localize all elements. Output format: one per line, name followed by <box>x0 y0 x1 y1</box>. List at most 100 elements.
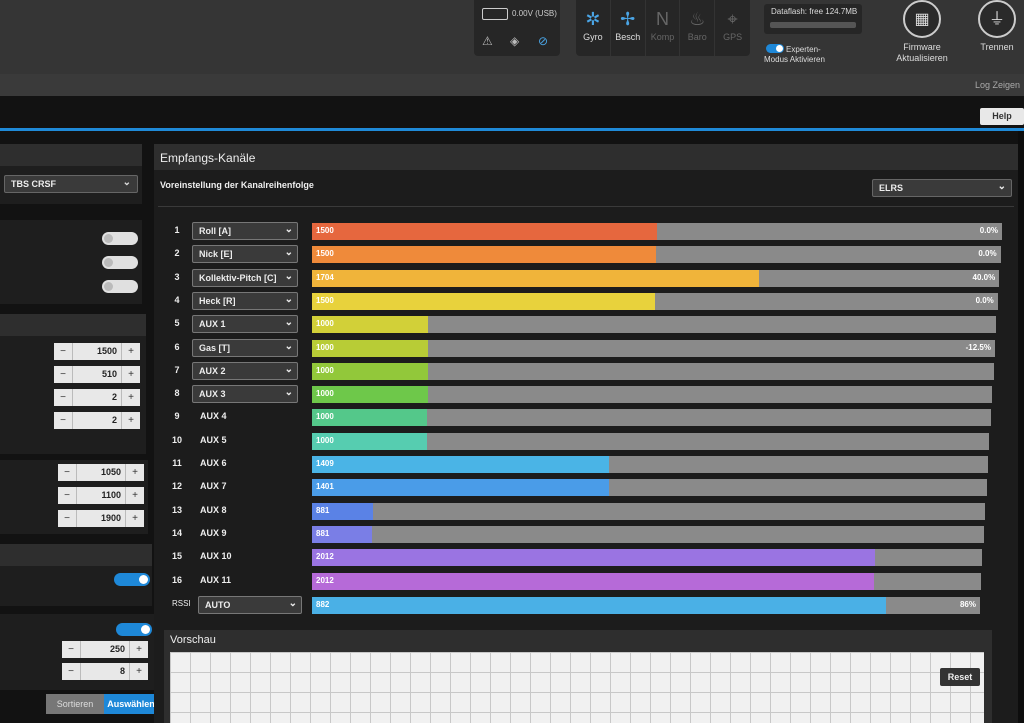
stepper-1[interactable]: − 1500 + <box>54 343 140 360</box>
channel-function-value: AUX 2 <box>199 365 226 376</box>
plus-icon[interactable]: + <box>126 487 144 504</box>
rssi-percent: 86% <box>959 600 976 609</box>
stepper-3[interactable]: − 2 + <box>54 389 140 406</box>
channel-function-select[interactable]: Heck [R] ⌄ <box>192 291 298 310</box>
channel-function-select[interactable]: AUX 1 ⌄ <box>192 315 298 334</box>
channel-bar: 1000 <box>312 409 991 427</box>
minus-icon[interactable]: − <box>58 510 76 527</box>
disconnect-button[interactable]: ⏚ Trennen <box>970 0 1024 53</box>
channel-order-value: ELRS <box>879 183 904 193</box>
channel-bar: 1500 0.0% <box>312 246 1001 264</box>
stepper-9[interactable]: − 8 + <box>62 663 148 680</box>
channel-row: 8 AUX 3 ⌄ 1000 <box>154 385 1018 404</box>
channel-function-select[interactable]: AUX 2 ⌄ <box>192 361 298 380</box>
stepper-5[interactable]: − 1050 + <box>58 464 144 481</box>
accel-icon: ✢ <box>620 9 636 29</box>
channel-number: 6 <box>174 341 180 352</box>
channel-row: 11 AUX 6 1409 <box>154 455 1018 473</box>
channel-number: 2 <box>174 248 180 259</box>
minus-icon[interactable]: − <box>54 389 72 406</box>
gyro-icon: ✲ <box>585 9 601 29</box>
plus-icon[interactable]: + <box>126 510 144 527</box>
plus-icon[interactable]: + <box>122 343 140 360</box>
stepper-7-value[interactable]: 1900 <box>76 510 126 527</box>
chevron-down-icon: ⌄ <box>284 247 293 259</box>
channel-bar: 1000 <box>312 316 997 334</box>
expert-mode-switch[interactable] <box>766 44 784 53</box>
chevron-down-icon: ⌄ <box>284 293 293 305</box>
channel-function-value: AUX 3 <box>199 389 226 400</box>
minus-icon[interactable]: − <box>54 366 72 383</box>
sensor-gps-label: GPS <box>723 32 743 42</box>
sort-button[interactable]: Sortieren <box>46 694 104 714</box>
rssi-value: 882 <box>316 600 330 609</box>
minus-icon[interactable]: − <box>62 641 80 658</box>
channel-row: 6 Gas [T] ⌄ 1000 -12.5% <box>154 338 1018 357</box>
toggle-switch-3[interactable] <box>102 280 138 293</box>
channel-row: 7 AUX 2 ⌄ 1000 <box>154 361 1018 380</box>
channel-function-select[interactable]: Kollektiv-Pitch [C] ⌄ <box>192 268 298 287</box>
channel-number: 10 <box>171 434 182 445</box>
chip-icon: ▦ <box>903 0 941 38</box>
stepper-5-value[interactable]: 1050 <box>76 464 126 481</box>
stepper-8-value[interactable]: 250 <box>80 641 130 658</box>
channel-number: 5 <box>174 318 180 329</box>
window-edge <box>1018 131 1024 723</box>
minus-icon[interactable]: − <box>54 343 72 360</box>
preview-panel: Vorschau Reset <box>164 630 992 723</box>
rc-smoothing-switch[interactable] <box>114 573 150 586</box>
plus-icon[interactable]: + <box>130 641 148 658</box>
minus-icon[interactable]: − <box>58 464 76 481</box>
select-button[interactable]: Auswählen <box>104 694 158 714</box>
stepper-3-value[interactable]: 2 <box>72 389 122 406</box>
sensor-baro: ♨ Baro <box>680 0 716 56</box>
channel-bar: 1401 <box>312 479 987 497</box>
stepper-4-value[interactable]: 2 <box>72 412 122 429</box>
stepper-1-value[interactable]: 1500 <box>72 343 122 360</box>
stick-settings-panel <box>0 314 146 454</box>
show-log-link[interactable]: Log Zeigen <box>975 80 1020 90</box>
chevron-down-icon: ⌄ <box>284 224 293 235</box>
reset-button[interactable]: Reset <box>940 668 980 686</box>
minus-icon[interactable]: − <box>58 487 76 504</box>
help-button[interactable]: Help <box>980 108 1024 125</box>
stepper-2[interactable]: − 510 + <box>54 366 140 383</box>
stepper-2-value[interactable]: 510 <box>72 366 122 383</box>
channel-function-select[interactable]: AUX 3 ⌄ <box>192 385 298 404</box>
channel-function-select[interactable]: Roll [A] ⌄ <box>192 222 298 240</box>
plus-icon[interactable]: + <box>126 464 144 481</box>
rssi-row: RSSI AUTO ⌄ 882 86% <box>154 596 1018 614</box>
stepper-4[interactable]: − 2 + <box>54 412 140 429</box>
channel-percent: 0.0% <box>975 295 994 305</box>
plus-icon[interactable]: + <box>122 412 140 429</box>
firmware-update-button[interactable]: ▦ Firmware Aktualisieren <box>890 0 954 64</box>
stepper-8[interactable]: − 250 + <box>62 641 148 658</box>
plus-icon[interactable]: + <box>122 389 140 406</box>
plus-icon[interactable]: + <box>122 366 140 383</box>
protocol-select[interactable]: TBS CRSF ⌄ <box>4 175 138 193</box>
channel-bar-fill <box>312 456 610 473</box>
plus-icon[interactable]: + <box>130 663 148 680</box>
stepper-9-value[interactable]: 8 <box>80 663 130 680</box>
channel-bar-fill <box>312 246 657 264</box>
toggle-switch-2[interactable] <box>102 256 138 269</box>
parachute-icon: ◈ <box>510 34 520 48</box>
channel-function-select[interactable]: Nick [E] ⌄ <box>192 245 298 264</box>
baro-icon: ♨ <box>689 9 706 29</box>
channel-bar: 2012 <box>312 549 983 567</box>
stepper-6[interactable]: − 1100 + <box>58 487 144 504</box>
minus-icon[interactable]: − <box>54 412 72 429</box>
rssi-source-select[interactable]: AUTO ⌄ <box>198 596 302 614</box>
stepper-6-value[interactable]: 1100 <box>76 487 126 504</box>
channel-number: 8 <box>174 388 180 399</box>
stepper-7[interactable]: − 1900 + <box>58 510 144 527</box>
sub-header: Log Zeigen <box>0 74 1024 96</box>
toggle-switch-4[interactable] <box>116 623 152 636</box>
toggle-switch-1[interactable] <box>102 232 138 245</box>
channel-row: 15 AUX 10 2012 <box>154 548 1018 567</box>
channel-order-select[interactable]: ELRS ⌄ <box>872 179 1012 197</box>
sensor-accel-label: Besch <box>615 32 641 42</box>
warning-icon: ⚠ <box>482 34 493 48</box>
channel-function-select[interactable]: Gas [T] ⌄ <box>192 338 298 357</box>
minus-icon[interactable]: − <box>62 663 80 680</box>
